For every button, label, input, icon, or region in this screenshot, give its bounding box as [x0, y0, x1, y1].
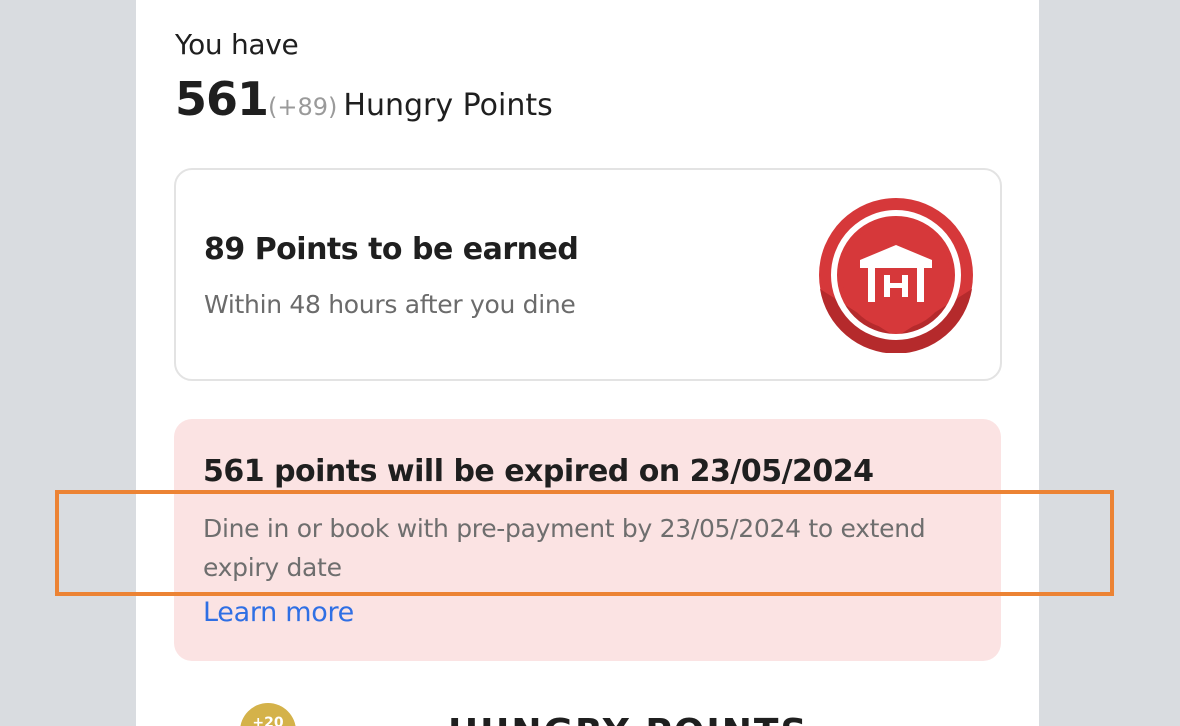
points-summary: 561(+89) Hungry Points: [175, 72, 553, 132]
pending-points: (+89): [268, 93, 338, 121]
points-to-earn-card: 89 Points to be earned Within 48 hours a…: [174, 168, 1002, 381]
section-heading: HUNGRY POINTS: [448, 712, 808, 726]
expiry-title: 561 points will be expired on 23/05/2024: [203, 454, 874, 489]
earn-card-subtitle: Within 48 hours after you dine: [204, 290, 576, 319]
restaurant-table-badge-icon: [819, 198, 973, 353]
rewards-panel: You have 561(+89) Hungry Points 89 Points…: [136, 0, 1039, 726]
points-expiry-card: 561 points will be expired on 23/05/2024…: [174, 419, 1001, 661]
points-unit-label: Hungry Points: [343, 88, 553, 123]
earn-card-title: 89 Points to be earned: [204, 232, 579, 267]
coin-icon: +20: [240, 703, 296, 726]
expiry-description: Dine in or book with pre-payment by 23/0…: [203, 514, 926, 582]
points-intro-label: You have: [175, 28, 299, 61]
points-balance: 561: [175, 72, 269, 126]
learn-more-link[interactable]: Learn more: [203, 597, 354, 628]
